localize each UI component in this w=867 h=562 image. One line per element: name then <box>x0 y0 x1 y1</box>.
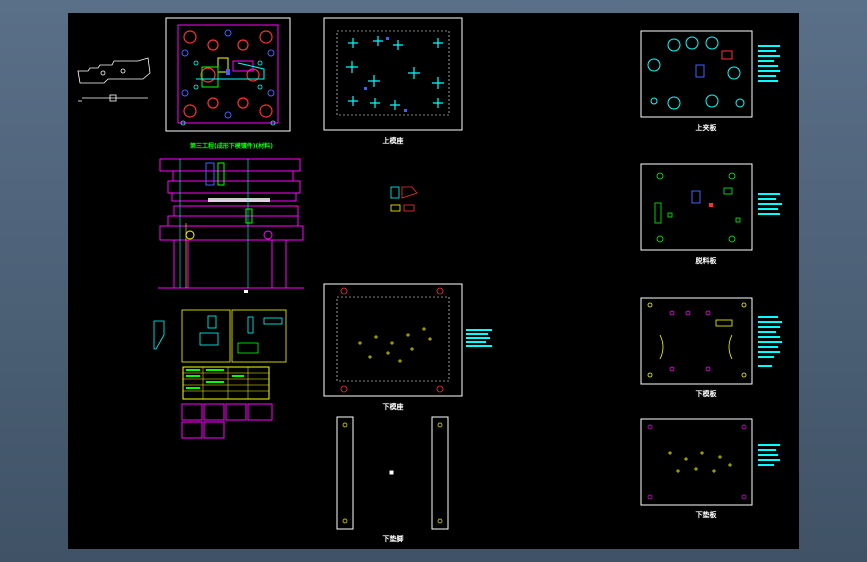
center-small-parts[interactable] <box>390 186 418 212</box>
label-lower-spacer: 下垫脚 <box>382 535 404 543</box>
small-part-details[interactable] <box>153 309 287 363</box>
lower-die-plate[interactable] <box>640 297 782 385</box>
label-lower-backing-plate: 下垫板 <box>695 511 717 519</box>
drawing-graphics <box>77 17 782 530</box>
lower-base-plate[interactable] <box>323 283 492 397</box>
die-section-view[interactable] <box>158 158 304 293</box>
label-lower-base: 下模座 <box>382 403 404 411</box>
process-title-note: 第三工程(成形下模镶件)(材料) <box>190 143 273 150</box>
upper-base-plate[interactable] <box>323 17 463 131</box>
lower-spacer-blocks[interactable] <box>336 416 449 530</box>
label-upper-base: 上模座 <box>382 137 404 145</box>
die-plan-view[interactable] <box>165 17 291 132</box>
parts-list-table[interactable] <box>181 366 273 439</box>
label-lower-die-plate: 下模板 <box>695 390 717 398</box>
label-stripper-plate: 脱料板 <box>695 257 717 265</box>
lower-backing-plate[interactable] <box>640 418 780 506</box>
upper-backing-plate[interactable] <box>640 30 780 118</box>
label-upper-backing-plate: 上夹板 <box>695 124 717 132</box>
part-sketch[interactable] <box>77 57 151 102</box>
stripper-plate[interactable] <box>640 163 782 251</box>
cad-drawing-canvas[interactable]: 第三工程(成形下模镶件)(材料) 上模座 上夹板 脱料板 下模板 下模座 下垫板… <box>68 13 799 549</box>
